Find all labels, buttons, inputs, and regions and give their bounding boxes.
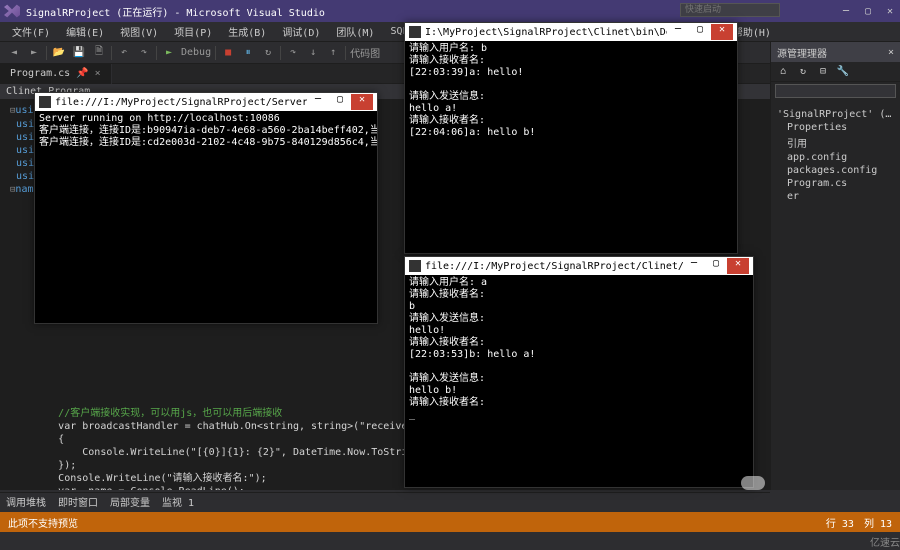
menu-edit[interactable]: 编辑(E) bbox=[60, 22, 110, 41]
panel-search bbox=[771, 82, 900, 100]
tree-node[interactable]: 引用 bbox=[775, 134, 896, 151]
solution-root[interactable]: 'SignalRProject' (2 个项目) bbox=[775, 104, 896, 121]
tab-label: Program.cs bbox=[10, 68, 70, 79]
tab-watch[interactable]: 监视 1 bbox=[162, 494, 194, 509]
redo-icon[interactable]: ↷ bbox=[136, 45, 152, 61]
console-title: I:\MyProject\SignalRProject\Clinet\bin\D… bbox=[425, 27, 667, 38]
tree-node[interactable]: er bbox=[775, 190, 896, 203]
console-max-button[interactable]: ▢ bbox=[689, 24, 711, 40]
console-title: file:///I:/MyProject/SignalRProject/Clin… bbox=[425, 261, 683, 272]
tab-callstack[interactable]: 调用堆栈 bbox=[6, 494, 46, 509]
console-min-button[interactable]: ─ bbox=[683, 258, 705, 274]
maximize-button[interactable]: ▢ bbox=[862, 6, 874, 17]
panel-toolbar: ⌂ ↻ ⊟ 🔧 bbox=[771, 62, 900, 82]
status-col: 列 13 bbox=[864, 515, 892, 530]
open-icon[interactable]: 📂 bbox=[51, 45, 67, 61]
continue-icon[interactable]: ► bbox=[161, 45, 177, 61]
titlebar: SignalRProject (正在运行) - Microsoft Visual… bbox=[0, 0, 900, 22]
console-icon bbox=[409, 26, 421, 38]
pause-icon[interactable]: ⏸ bbox=[240, 45, 256, 61]
minimize-button[interactable]: ─ bbox=[840, 6, 852, 17]
tree-node[interactable]: Properties bbox=[775, 121, 896, 134]
pin-icon[interactable]: 📌 bbox=[76, 68, 88, 79]
console-min-button[interactable]: ─ bbox=[667, 24, 689, 40]
console-close-button[interactable]: ✕ bbox=[351, 94, 373, 110]
console-close-button[interactable]: ✕ bbox=[711, 24, 733, 40]
panel-header[interactable]: 源管理理器 × bbox=[771, 42, 900, 62]
tab-close-icon[interactable]: × bbox=[95, 68, 101, 79]
vs-logo-icon bbox=[4, 3, 20, 19]
nav-back-icon[interactable]: ◄ bbox=[6, 45, 22, 61]
tab-program-cs[interactable]: Program.cs 📌 × bbox=[0, 64, 112, 84]
tab-immediate[interactable]: 即时窗口 bbox=[58, 494, 98, 509]
menu-debug[interactable]: 调试(D) bbox=[276, 22, 326, 41]
quick-launch-input[interactable] bbox=[680, 3, 780, 17]
console-output: 请输入用户名: a 请输入接收者名: b 请输入发送信息: hello! 请输入… bbox=[405, 275, 753, 487]
menu-project[interactable]: 项目(P) bbox=[168, 22, 218, 41]
menu-team[interactable]: 团队(M) bbox=[330, 22, 380, 41]
close-button[interactable]: ✕ bbox=[884, 6, 896, 17]
solution-search-input[interactable] bbox=[775, 84, 896, 98]
client2-console-window[interactable]: file:///I:/MyProject/SignalRProject/Clin… bbox=[404, 256, 754, 488]
menu-file[interactable]: 文件(F) bbox=[6, 22, 56, 41]
console-title: file:///I:/MyProject/SignalRProject/Serv… bbox=[55, 97, 307, 108]
tree-node[interactable]: app.config bbox=[775, 151, 896, 164]
panel-close-icon[interactable]: × bbox=[888, 47, 894, 58]
menu-build[interactable]: 生成(B) bbox=[222, 22, 272, 41]
bottom-tool-tabs: 调用堆栈 即时窗口 局部变量 监视 1 bbox=[0, 492, 770, 510]
console-titlebar[interactable]: file:///I:/MyProject/SignalRProject/Serv… bbox=[35, 93, 377, 111]
console-icon bbox=[39, 96, 51, 108]
nav-fwd-icon[interactable]: ► bbox=[26, 45, 42, 61]
console-output: Server running on http://localhost:10086… bbox=[35, 111, 377, 323]
properties-icon[interactable]: 🔧 bbox=[835, 64, 851, 80]
tree-node[interactable]: packages.config bbox=[775, 164, 896, 177]
save-icon[interactable]: 💾 bbox=[71, 45, 87, 61]
console-titlebar[interactable]: I:\MyProject\SignalRProject\Clinet\bin\D… bbox=[405, 23, 737, 41]
step-out-icon[interactable]: ↑ bbox=[325, 45, 341, 61]
console-close-button[interactable]: ✕ bbox=[727, 258, 749, 274]
console-titlebar[interactable]: file:///I:/MyProject/SignalRProject/Clin… bbox=[405, 257, 753, 275]
step-into-icon[interactable]: ↓ bbox=[305, 45, 321, 61]
menu-view[interactable]: 视图(V) bbox=[114, 22, 164, 41]
solution-tree[interactable]: 'SignalRProject' (2 个项目) Properties 引用 a… bbox=[771, 100, 900, 207]
tree-node[interactable]: Program.cs bbox=[775, 177, 896, 190]
status-left: 此项不支持预览 bbox=[8, 515, 78, 530]
status-bar: 此项不支持预览 行 33 列 13 bbox=[0, 512, 900, 532]
tab-locals[interactable]: 局部变量 bbox=[110, 494, 150, 509]
refresh-icon[interactable]: ↻ bbox=[795, 64, 811, 80]
status-row: 行 33 bbox=[826, 515, 854, 530]
console-max-button[interactable]: ▢ bbox=[705, 258, 727, 274]
solution-explorer: 源管理理器 × ⌂ ↻ ⊟ 🔧 'SignalRProject' (2 个项目)… bbox=[770, 42, 900, 490]
stop-icon[interactable]: ■ bbox=[220, 45, 236, 61]
server-console-window[interactable]: file:///I:/MyProject/SignalRProject/Serv… bbox=[34, 92, 378, 324]
step-over-icon[interactable]: ↷ bbox=[285, 45, 301, 61]
codemap-label[interactable]: 代码图 bbox=[350, 45, 380, 60]
save-all-icon[interactable]: 🗎 bbox=[91, 45, 107, 61]
home-icon[interactable]: ⌂ bbox=[775, 64, 791, 80]
console-output: 请输入用户名: b 请输入接收者名: [22:03:39]a: hello! 请… bbox=[405, 41, 737, 253]
collapse-icon[interactable]: ⊟ bbox=[815, 64, 831, 80]
cloud-watermark-icon bbox=[741, 474, 765, 495]
undo-icon[interactable]: ↶ bbox=[116, 45, 132, 61]
console-min-button[interactable]: ─ bbox=[307, 94, 329, 110]
console-max-button[interactable]: ▢ bbox=[329, 94, 351, 110]
config-label[interactable]: Debug bbox=[181, 47, 211, 58]
brand-watermark: 亿速云 bbox=[870, 532, 900, 550]
restart-icon[interactable]: ↻ bbox=[260, 45, 276, 61]
client1-console-window[interactable]: I:\MyProject\SignalRProject\Clinet\bin\D… bbox=[404, 22, 738, 254]
console-icon bbox=[409, 260, 421, 272]
